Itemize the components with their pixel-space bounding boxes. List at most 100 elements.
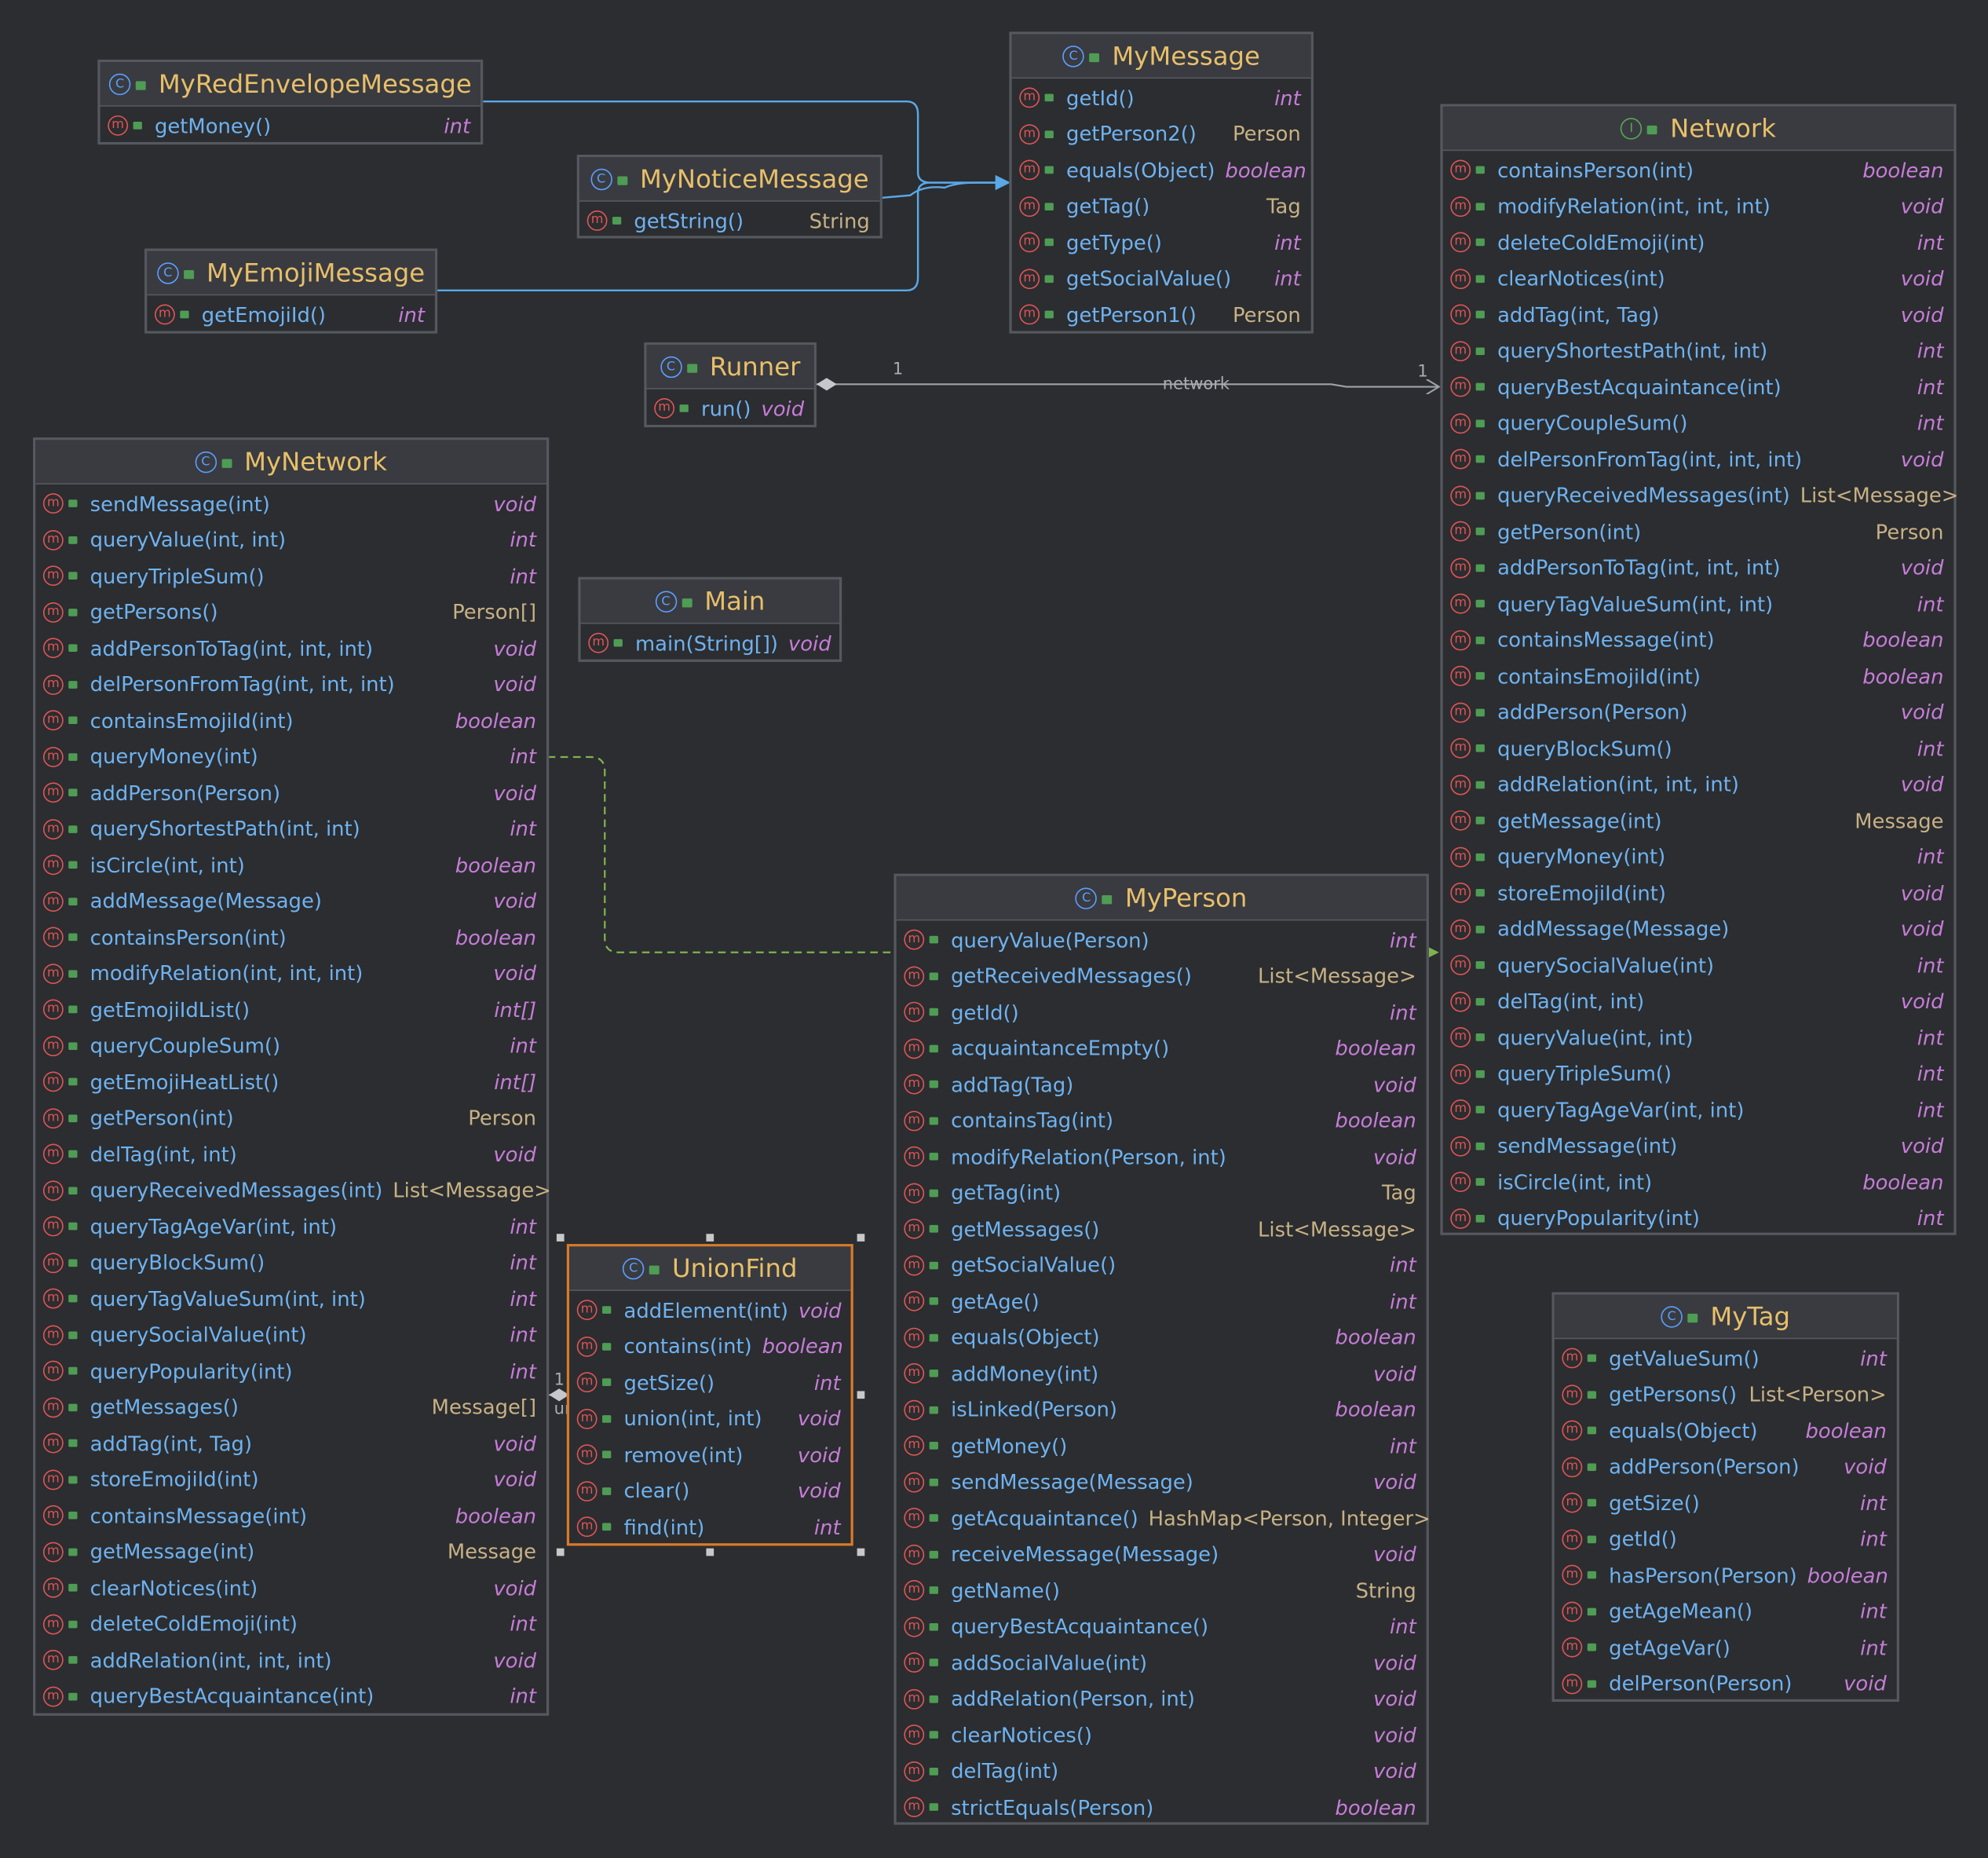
method-row[interactable]: m equals(Object) boolean — [1012, 152, 1311, 188]
method-row[interactable]: m getPerson(int) Person — [35, 1100, 546, 1136]
method-row[interactable]: m queryPopularity(int) int — [1443, 1200, 1954, 1236]
method-row[interactable]: m queryTagAgeVar(int, int) int — [35, 1209, 546, 1245]
method-row[interactable]: m getEmojiIdList() int[] — [35, 992, 546, 1028]
method-row[interactable]: m delPersonFromTag(int, int, int) void — [35, 667, 546, 703]
method-row[interactable]: m getPersons() Person[] — [35, 594, 546, 631]
method-row[interactable]: m delPerson(Person) void — [1555, 1666, 1897, 1702]
method-row[interactable]: m clearNotices(int) void — [1443, 261, 1954, 297]
method-row[interactable]: m getReceivedMessages() List<Message> — [897, 958, 1427, 994]
method-row[interactable]: m queryValue(int, int) int — [35, 521, 546, 558]
method-row[interactable]: m addPerson(Person) void — [1443, 694, 1954, 730]
method-row[interactable]: m getAgeVar() int — [1555, 1629, 1897, 1666]
method-row[interactable]: m addSocialValue(int) void — [897, 1644, 1427, 1681]
method-row[interactable]: m delTag(int, int) void — [1443, 983, 1954, 1019]
method-row[interactable]: m getId() int — [1012, 80, 1311, 116]
class-box-network[interactable]: I Network m containsPerson(int) boolean m modi… — [1440, 104, 1958, 1236]
method-row[interactable]: m getSocialValue() int — [1012, 261, 1311, 297]
method-row[interactable]: m queryMoney(int) int — [1443, 839, 1954, 875]
class-box-myredenvelopemessage[interactable]: C MyRedEnvelopeMessage m getMoney() int — [97, 59, 484, 145]
class-box-myperson[interactable]: C MyPerson m queryValue(Person) int m getRecei… — [894, 873, 1431, 1825]
class-box-unionfind[interactable]: C UnionFind m addElement(int) void m contains(… — [566, 1244, 853, 1546]
method-row[interactable]: m queryCoupleSum() int — [35, 1028, 546, 1064]
method-row[interactable]: m queryShortestPath(int, int) int — [35, 811, 546, 847]
method-row[interactable]: m delTag(int) void — [897, 1753, 1427, 1789]
method-row[interactable]: m storeEmojiId(int) void — [35, 1461, 546, 1498]
method-row[interactable]: m containsTag(int) boolean — [897, 1103, 1427, 1139]
method-row[interactable]: m queryValue(Person) int — [897, 922, 1427, 958]
method-row[interactable]: m addPerson(Person) void — [1555, 1449, 1897, 1485]
method-row[interactable]: m getMoney() int — [100, 108, 481, 144]
class-header[interactable]: C MyNoticeMessage — [579, 157, 880, 202]
class-box-runner[interactable]: C Runner m run() void — [644, 342, 817, 428]
method-row[interactable]: m queryPopularity(int) int — [35, 1353, 546, 1389]
method-row[interactable]: m equals(Object) boolean — [897, 1319, 1427, 1355]
method-row[interactable]: m find(int) int — [569, 1509, 850, 1545]
class-header[interactable]: C UnionFind — [569, 1246, 851, 1291]
method-row[interactable]: m clear() void — [569, 1473, 850, 1509]
method-row[interactable]: m queryTripleSum() int — [35, 558, 546, 594]
method-row[interactable]: m queryBestAcquaintance(int) int — [1443, 369, 1954, 405]
method-row[interactable]: m containsMessage(int) boolean — [35, 1498, 546, 1534]
class-header[interactable]: C Runner — [646, 345, 814, 390]
method-row[interactable]: m queryShortestPath(int, int) int — [1443, 333, 1954, 369]
method-row[interactable]: m getId() int — [1555, 1521, 1897, 1557]
class-header[interactable]: C MyEmojiMessage — [147, 251, 435, 296]
method-row[interactable]: m sendMessage(int) void — [35, 485, 546, 521]
method-row[interactable]: m addRelation(int, int, int) void — [35, 1642, 546, 1678]
class-header[interactable]: C Main — [580, 579, 839, 624]
class-box-myemojimessage[interactable]: C MyEmojiMessage m getEmojiId() int — [144, 248, 438, 334]
method-row[interactable]: m getName() String — [897, 1572, 1427, 1608]
method-row[interactable]: m addPersonToTag(int, int, int) void — [1443, 550, 1954, 586]
class-header[interactable]: C MyMessage — [1011, 34, 1311, 79]
method-row[interactable]: m isLinked(Person) boolean — [897, 1392, 1427, 1428]
method-row[interactable]: m addPersonToTag(int, int, int) void — [35, 631, 546, 667]
method-row[interactable]: m acquaintanceEmpty() boolean — [897, 1030, 1427, 1066]
class-box-mynetwork[interactable]: C MyNetwork m sendMessage(int) void m queryVal… — [32, 437, 551, 1716]
method-row[interactable]: m strictEquals(Person) boolean — [897, 1789, 1427, 1825]
method-row[interactable]: m getEmojiHeatList() int[] — [35, 1064, 546, 1100]
method-row[interactable]: m isCircle(int, int) boolean — [35, 847, 546, 883]
method-row[interactable]: m receiveMessage(Message) void — [897, 1536, 1427, 1572]
resize-handle[interactable] — [857, 1548, 865, 1556]
method-row[interactable]: m getId() int — [897, 994, 1427, 1030]
method-row[interactable]: m getMessage(int) Message — [1443, 803, 1954, 839]
method-row[interactable]: m delTag(int, int) void — [35, 1136, 546, 1172]
method-row[interactable]: m queryBestAcquaintance(int) int — [35, 1678, 546, 1714]
method-row[interactable]: m getPerson2() Person — [1012, 116, 1311, 152]
method-row[interactable]: m addMoney(int) void — [897, 1355, 1427, 1392]
class-box-mymessage[interactable]: C MyMessage m getId() int m getPerson2() Person… — [1009, 31, 1314, 334]
method-row[interactable]: m getMessage(int) Message — [35, 1534, 546, 1570]
method-row[interactable]: m addMessage(Message) void — [1443, 911, 1954, 947]
method-row[interactable]: m queryTagValueSum(int, int) int — [1443, 586, 1954, 622]
method-row[interactable]: m sendMessage(int) void — [1443, 1128, 1954, 1164]
method-row[interactable]: m main(String[]) void — [581, 625, 839, 661]
class-header[interactable]: C MyRedEnvelopeMessage — [100, 62, 481, 107]
method-row[interactable]: m getAgeMean() int — [1555, 1593, 1897, 1629]
method-row[interactable]: m containsEmojiId(int) boolean — [1443, 658, 1954, 694]
method-row[interactable]: m getTag() Tag — [1012, 188, 1311, 225]
class-box-main[interactable]: C Main m main(String[]) void — [578, 576, 842, 662]
class-box-mynoticemessage[interactable]: C MyNoticeMessage m getString() String — [576, 155, 883, 239]
class-header[interactable]: C MyTag — [1554, 1294, 1897, 1340]
method-row[interactable]: m getString() String — [579, 203, 880, 239]
method-row[interactable]: m getMessages() List<Message> — [897, 1211, 1427, 1247]
method-row[interactable]: m getTag(int) Tag — [897, 1175, 1427, 1211]
method-row[interactable]: m isCircle(int, int) boolean — [1443, 1164, 1954, 1200]
method-row[interactable]: m containsPerson(int) boolean — [1443, 152, 1954, 188]
method-row[interactable]: m getPerson(int) Person — [1443, 514, 1954, 550]
resize-handle[interactable] — [556, 1234, 565, 1242]
method-row[interactable]: m queryReceivedMessages(int) List<Message> — [1443, 477, 1958, 514]
method-row[interactable]: m storeEmojiId(int) void — [1443, 875, 1954, 911]
method-row[interactable]: m getPerson1() Person — [1012, 297, 1311, 333]
method-row[interactable]: m getType() int — [1012, 225, 1311, 261]
method-row[interactable]: m clearNotices(int) void — [35, 1570, 546, 1606]
method-row[interactable]: m getSize() int — [569, 1365, 850, 1401]
method-row[interactable]: m equals(Object) boolean — [1555, 1413, 1897, 1449]
method-row[interactable]: m deleteColdEmoji(int) int — [1443, 225, 1954, 261]
method-row[interactable]: m queryTripleSum() int — [1443, 1055, 1954, 1092]
method-row[interactable]: m remove(int) void — [569, 1437, 850, 1473]
method-row[interactable]: m addMessage(Message) void — [35, 883, 546, 920]
method-row[interactable]: m getAge() int — [897, 1283, 1427, 1319]
method-row[interactable]: m modifyRelation(int, int, int) void — [35, 956, 546, 992]
method-row[interactable]: m modifyRelation(int, int, int) void — [1443, 188, 1954, 225]
